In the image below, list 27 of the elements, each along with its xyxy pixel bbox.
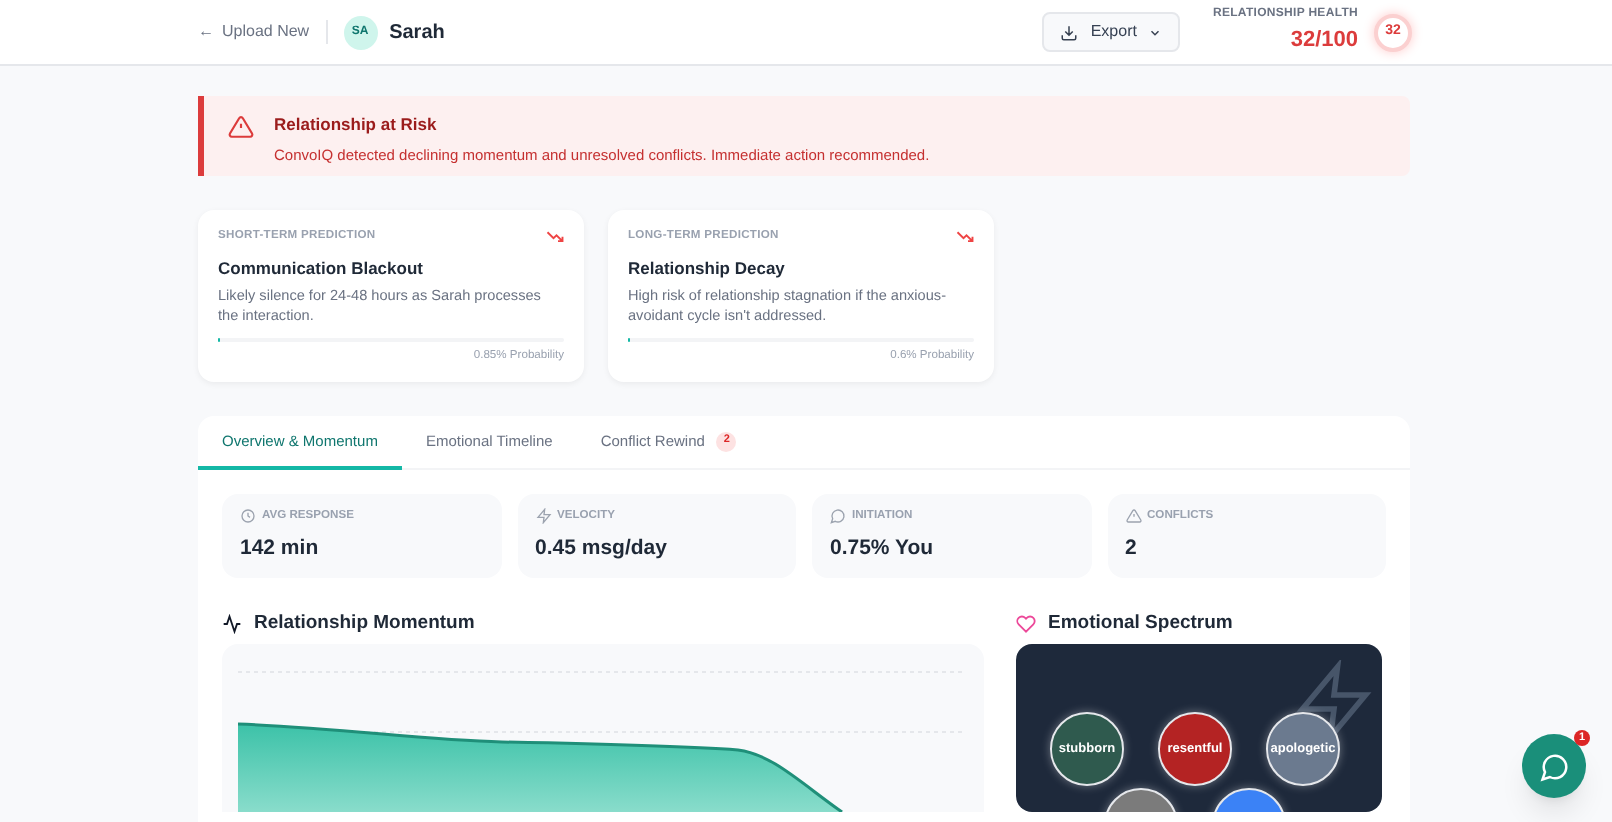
section-title: Emotional Spectrum: [1048, 609, 1233, 638]
activity-icon: [222, 614, 242, 634]
clock-icon: [240, 508, 256, 525]
arrow-left-icon: ←: [198, 20, 214, 44]
trend-down-icon: [546, 230, 564, 243]
trend-down-icon: [956, 230, 974, 243]
card-title: Relationship Decay: [628, 255, 787, 281]
chevron-down-icon: [1148, 25, 1163, 39]
section-title: Relationship Momentum: [254, 609, 475, 638]
chat-bubble-icon: [830, 508, 846, 525]
stat-value: 142 min: [240, 533, 321, 564]
alert-title: Relationship at Risk: [274, 112, 439, 138]
card-title: Communication Blackout: [218, 255, 425, 281]
warning-icon: [228, 114, 254, 140]
heart-icon: [1016, 614, 1036, 634]
back-link[interactable]: ← Upload New: [198, 20, 328, 44]
chat-bubble-icon: [1539, 751, 1569, 781]
health-score: 32/100: [1290, 26, 1358, 57]
stat-value: 0.75% You: [830, 533, 936, 564]
download-icon: [1060, 23, 1079, 41]
contact-name: Sarah: [389, 19, 445, 47]
chat-button[interactable]: [1522, 734, 1586, 798]
stat-value: 0.45 msg/day: [535, 533, 669, 564]
export-button[interactable]: Export: [1042, 12, 1181, 52]
warning-icon: [1125, 508, 1141, 525]
lightning-icon: [535, 508, 551, 525]
stat-value: 2: [1125, 533, 1139, 564]
